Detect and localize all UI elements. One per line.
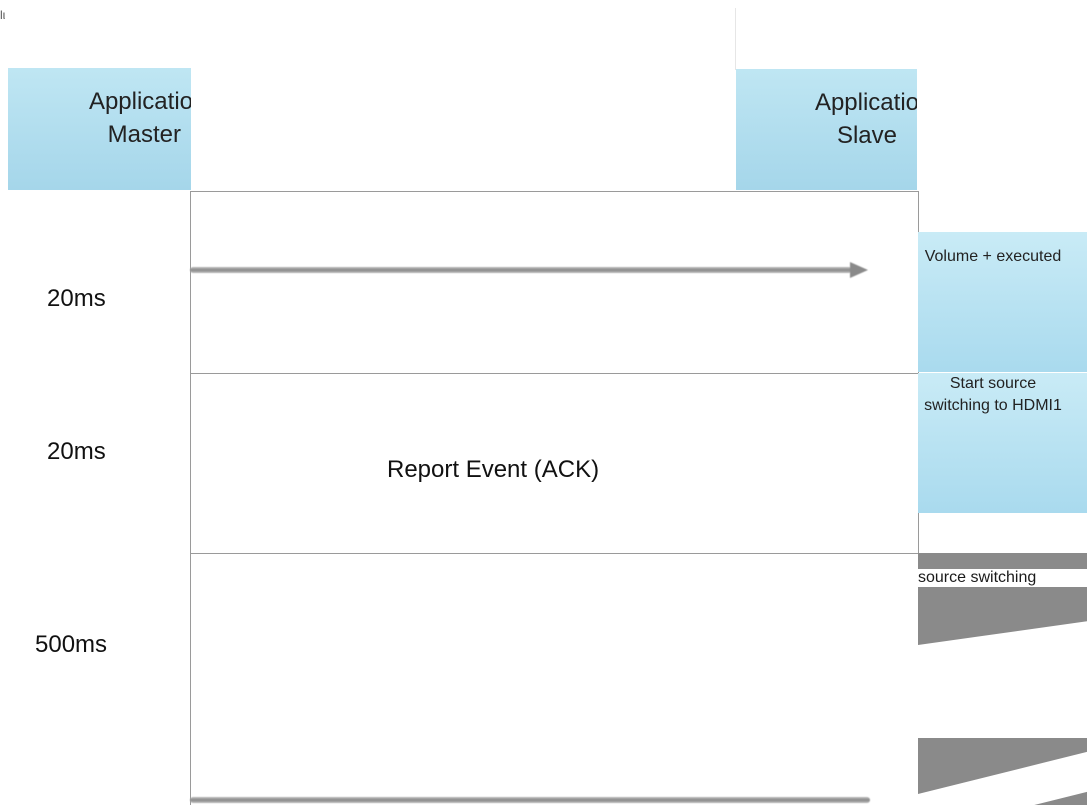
timing-frame-4 <box>190 737 919 805</box>
message-arrow-2 <box>190 797 870 803</box>
timing-label-3: 500ms <box>35 631 108 658</box>
sequence-diagram: lι Applicatio Master Applicatio Slave 20… <box>0 0 1087 805</box>
timing-frame-1 <box>190 191 919 374</box>
bottom-shadow <box>918 738 1087 805</box>
source-switching-text: source switching <box>918 569 1087 587</box>
slave-title-line2: Slave <box>836 122 897 149</box>
slave-lifeline-top <box>735 8 736 70</box>
start-source-switching-box: Start source switching to HDMI1 <box>918 373 1087 513</box>
volume-executed-text: Volume + executed <box>924 248 1062 265</box>
timing-frame-3 <box>190 553 919 738</box>
volume-executed-box: Volume + executed <box>918 232 1087 372</box>
application-slave-header: Applicatio Slave <box>736 69 917 190</box>
master-title-line1: Applicatio <box>88 88 191 115</box>
timing-label-2: 20ms <box>47 438 106 465</box>
start-source-switching-text: Start source switching to HDMI1 <box>924 375 1062 414</box>
report-event-label: Report Event (ACK) <box>387 456 600 483</box>
arrow-head-icon <box>850 262 868 278</box>
corner-fragment-text: lι <box>0 8 6 22</box>
shadow-cut-2 <box>918 744 1087 805</box>
message-arrow-1 <box>190 267 852 273</box>
slave-title-line1: Applicatio <box>814 89 917 116</box>
source-switching-shadow: source switching <box>918 553 1087 661</box>
shadow-cut-1 <box>918 616 1087 661</box>
master-title-line2: Master <box>107 121 181 148</box>
application-master-header: Applicatio Master <box>8 68 191 190</box>
timing-label-1: 20ms <box>47 285 106 312</box>
right-gap <box>918 661 1087 738</box>
